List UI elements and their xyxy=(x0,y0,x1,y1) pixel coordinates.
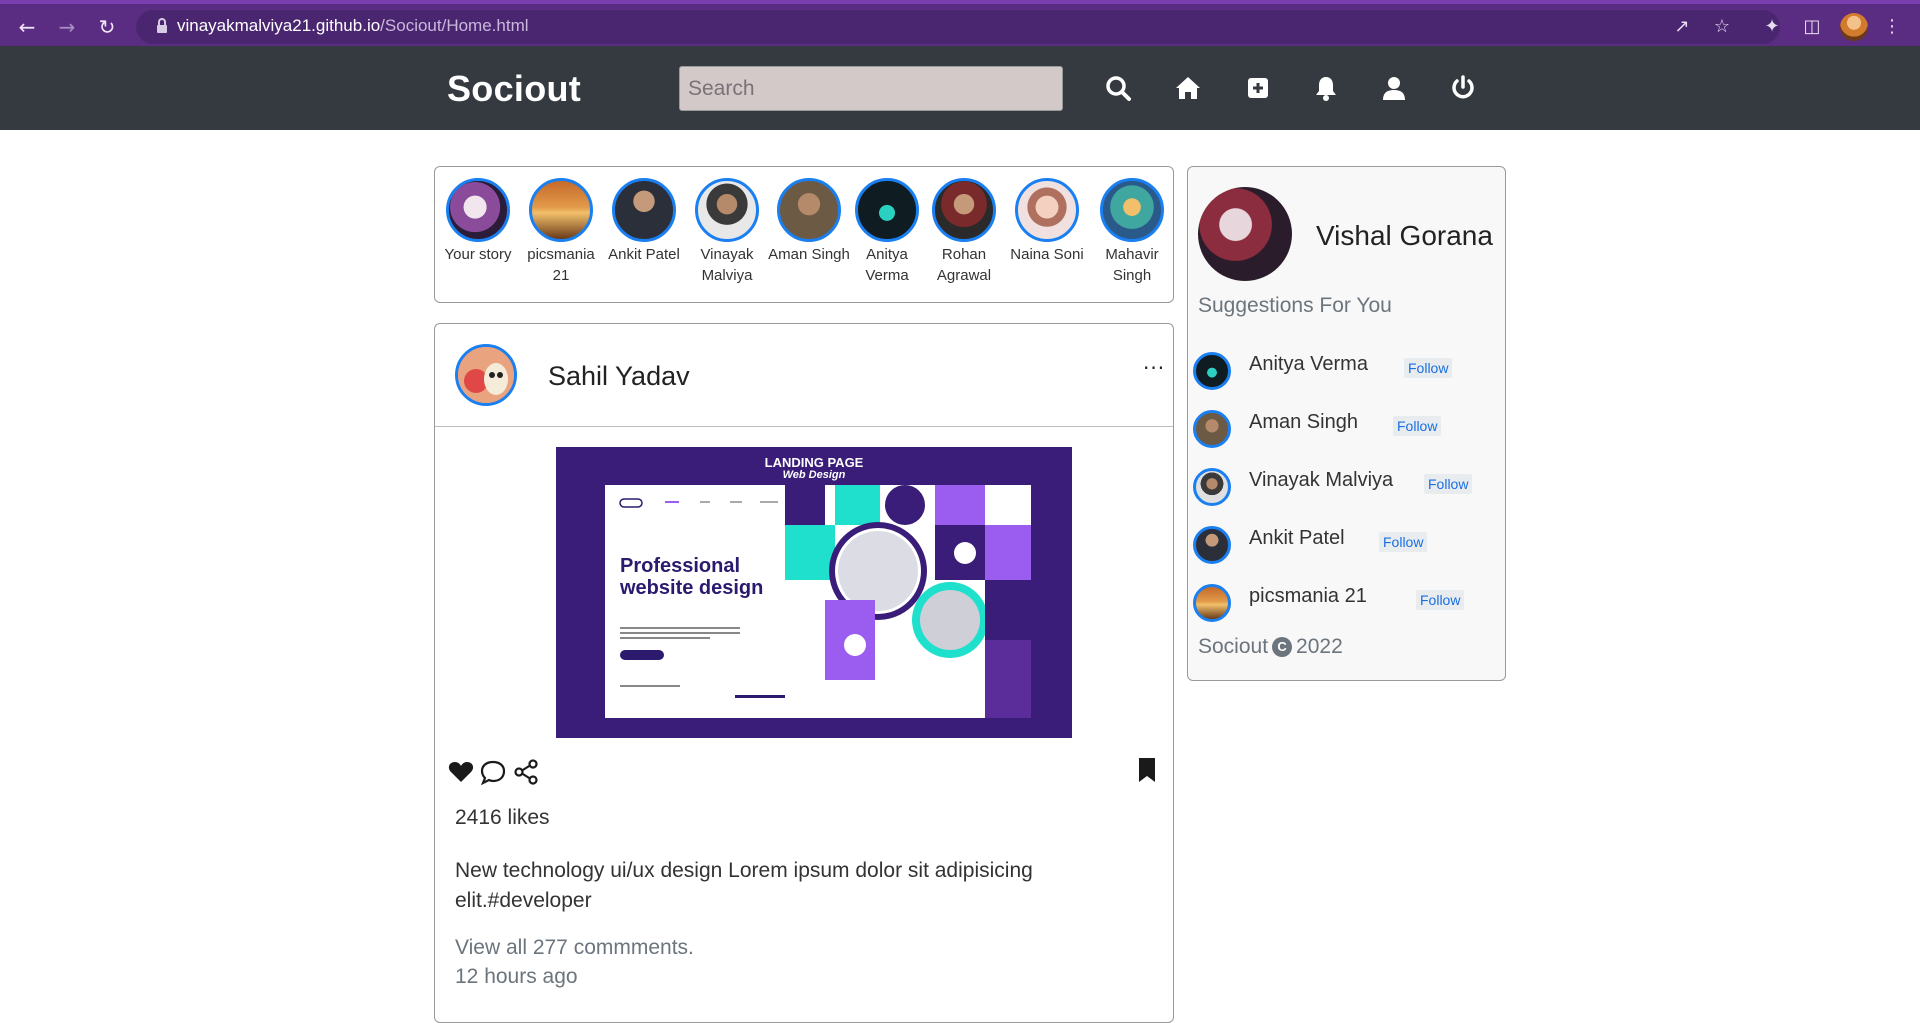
url-text[interactable]: vinayakmalviya21.github.io/Sociout/Home.… xyxy=(177,16,529,36)
story-item[interactable]: Naina Soni xyxy=(1004,178,1090,265)
current-user-name[interactable]: Vishal Gorana xyxy=(1316,220,1493,252)
suggestions-heading: Suggestions For You xyxy=(1198,294,1392,317)
follow-button[interactable]: Follow xyxy=(1393,416,1442,436)
suggestion-name[interactable]: Aman Singh xyxy=(1249,411,1358,434)
post-timestamp: 12 hours ago xyxy=(455,965,578,988)
story-item[interactable]: picsmania 21 xyxy=(518,178,604,286)
home-icon[interactable] xyxy=(1174,74,1202,102)
suggestion-row: Vinayak Malviya Follow xyxy=(1193,466,1503,510)
story-avatar xyxy=(932,178,996,242)
more-options-icon[interactable]: ··· xyxy=(1143,356,1165,380)
image-heading: Professional website design xyxy=(620,555,764,599)
brand-logo[interactable]: Sociout xyxy=(447,68,581,110)
follow-button[interactable]: Follow xyxy=(1404,358,1453,378)
story-item[interactable]: Aman Singh xyxy=(766,178,852,265)
side-panel-icon[interactable]: ◫ xyxy=(1800,15,1824,39)
extensions-icon[interactable]: ✦ xyxy=(1760,15,1784,39)
suggestion-avatar[interactable] xyxy=(1193,468,1231,506)
browser-toolbar: ← → ↻ vinayakmalviya21.github.io/Sociout… xyxy=(0,0,1920,46)
share-icon[interactable] xyxy=(512,758,540,786)
story-label: Anitya Verma xyxy=(865,246,909,284)
bell-icon[interactable] xyxy=(1312,74,1340,102)
copyright-footer: Sociout C 2022 xyxy=(1198,635,1343,659)
post-caption: New technology ui/ux design Lorem ipsum … xyxy=(455,859,1033,912)
post-header: Sahil Yadav ··· xyxy=(435,324,1173,427)
suggestion-avatar[interactable] xyxy=(1193,410,1231,448)
story-label: Mahavir Singh xyxy=(1105,246,1159,284)
suggestion-name[interactable]: Anitya Verma xyxy=(1249,353,1368,376)
story-avatar xyxy=(695,178,759,242)
copyright-icon: C xyxy=(1272,637,1293,657)
stories-bar: Your story picsmania 21 Ankit Patel Vina… xyxy=(434,166,1174,303)
story-label: Aman Singh xyxy=(768,246,850,263)
story-item[interactable]: Vinayak Malviya xyxy=(684,178,770,286)
like-heart-icon[interactable] xyxy=(447,758,475,786)
back-arrow-icon[interactable]: ← xyxy=(14,14,40,40)
story-label: Ankit Patel xyxy=(608,246,680,263)
story-avatar xyxy=(612,178,676,242)
post-card: Sahil Yadav ··· LANDING PAGE Web Design xyxy=(434,323,1174,1023)
suggestion-row: Ankit Patel Follow xyxy=(1193,524,1503,568)
story-avatar xyxy=(1100,178,1164,242)
search-icon[interactable] xyxy=(1104,74,1132,102)
suggestion-name[interactable]: picsmania 21 xyxy=(1249,585,1367,608)
suggestion-row: Anitya Verma Follow xyxy=(1193,350,1503,394)
suggestion-row: Aman Singh Follow xyxy=(1193,408,1503,452)
follow-button[interactable]: Follow xyxy=(1379,532,1428,552)
suggestion-avatar[interactable] xyxy=(1193,584,1231,622)
share-icon[interactable]: ↗ xyxy=(1670,15,1694,39)
landing-page-mockup: Professional website design xyxy=(605,485,1031,718)
story-item[interactable]: Ankit Patel xyxy=(601,178,687,265)
lock-icon xyxy=(157,18,167,33)
story-label: Naina Soni xyxy=(1010,246,1084,263)
story-item[interactable]: Mahavir Singh xyxy=(1089,178,1173,286)
forward-arrow-icon[interactable]: → xyxy=(54,14,80,40)
comment-icon[interactable] xyxy=(479,758,507,786)
power-icon[interactable] xyxy=(1449,74,1477,102)
story-item[interactable]: Anitya Verma xyxy=(844,178,930,286)
cartoon-avatar-icon xyxy=(458,347,514,403)
post-author-name[interactable]: Sahil Yadav xyxy=(548,361,690,392)
story-avatar xyxy=(1015,178,1079,242)
suggestion-row: picsmania 21 Follow xyxy=(1193,582,1503,626)
copyright-year: 2022 xyxy=(1296,635,1343,658)
likes-count: 2416 likes xyxy=(455,806,550,829)
copyright-brand: Sociout xyxy=(1198,635,1269,658)
profile-suggestions-panel: Vishal Gorana Suggestions For You Anitya… xyxy=(1187,166,1506,681)
story-label: Vinayak Malviya xyxy=(700,246,754,284)
image-subtitle: Web Design xyxy=(782,469,846,481)
suggestion-name[interactable]: Vinayak Malviya xyxy=(1249,469,1393,492)
suggestion-name[interactable]: Ankit Patel xyxy=(1249,527,1345,550)
post-author-avatar[interactable] xyxy=(455,344,517,406)
user-icon[interactable] xyxy=(1380,74,1408,102)
suggestion-avatar[interactable] xyxy=(1193,526,1231,564)
story-item[interactable]: Your story xyxy=(435,178,521,265)
image-title: LANDING PAGE xyxy=(764,455,864,470)
story-label: picsmania 21 xyxy=(527,246,595,284)
story-item[interactable]: Rohan Agrawal xyxy=(921,178,1007,286)
story-avatar xyxy=(446,178,510,242)
landing-mockup-graphic xyxy=(619,485,1031,718)
story-avatar xyxy=(529,178,593,242)
suggestion-avatar[interactable] xyxy=(1193,352,1231,390)
search-input[interactable] xyxy=(679,66,1063,111)
post-image[interactable]: LANDING PAGE Web Design Professional web… xyxy=(556,447,1072,738)
follow-button[interactable]: Follow xyxy=(1416,590,1465,610)
app-header: Sociout xyxy=(0,46,1920,130)
reload-icon[interactable]: ↻ xyxy=(94,14,120,40)
story-label: Your story xyxy=(444,246,512,263)
story-avatar xyxy=(777,178,841,242)
bookmark-icon[interactable] xyxy=(1133,756,1161,784)
add-post-icon[interactable] xyxy=(1244,74,1272,102)
browser-menu-icon[interactable]: ⋮ xyxy=(1880,15,1904,39)
bookmark-star-icon[interactable]: ☆ xyxy=(1710,15,1734,39)
view-comments-link[interactable]: View all 277 commments. xyxy=(455,936,694,960)
browser-profile-avatar[interactable] xyxy=(1840,13,1868,41)
story-label: Rohan Agrawal xyxy=(936,246,992,284)
current-user-avatar[interactable] xyxy=(1198,187,1292,281)
follow-button[interactable]: Follow xyxy=(1424,474,1473,494)
story-avatar xyxy=(855,178,919,242)
